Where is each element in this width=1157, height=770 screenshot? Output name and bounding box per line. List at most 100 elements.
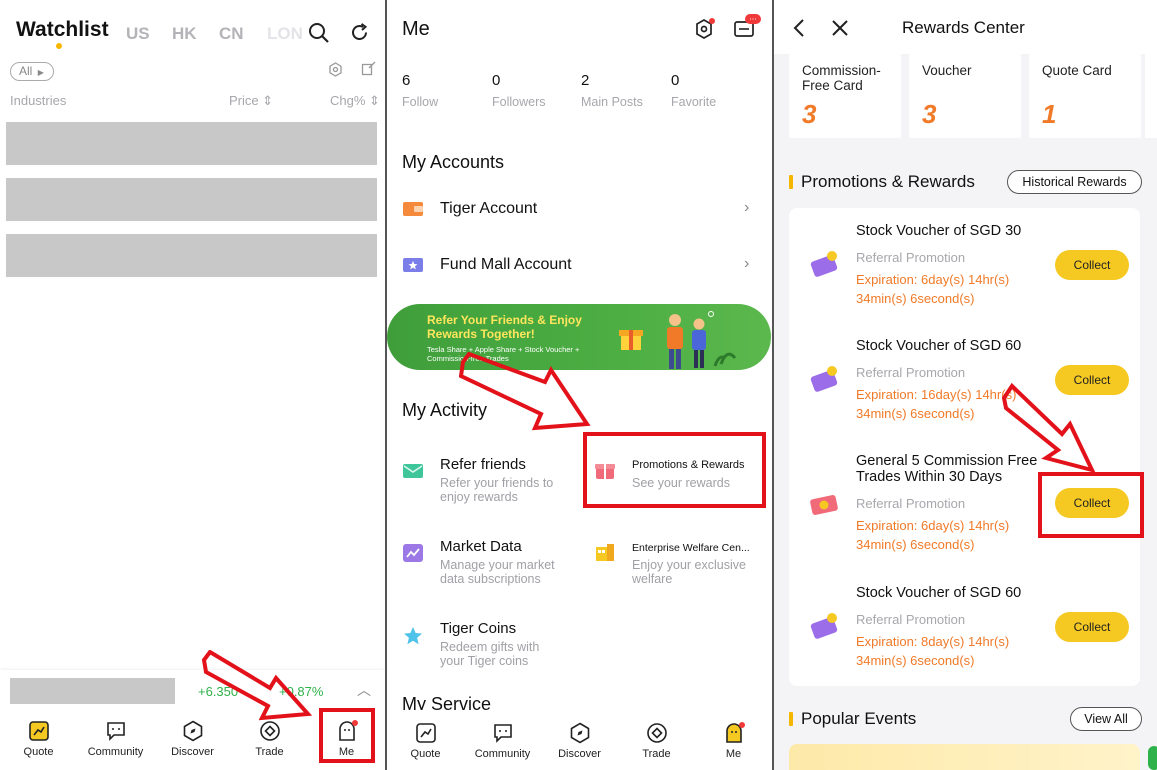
chevron-right-icon: › [744,255,750,272]
filter-all-pill[interactable]: All ▶ [10,62,54,81]
voucher-expiration-time: 34min(s) 6second(s) [856,537,975,552]
tab-community-label: Community [87,746,144,758]
market-tab-us[interactable]: US [126,24,150,44]
refer-friends-item[interactable]: Refer friends Refer your friends to enjo… [397,450,572,510]
tiger-coins-item[interactable]: Tiger Coins Redeem gifts with your Tiger… [397,614,572,674]
stat-follow-count[interactable]: 6 [402,72,410,89]
tab-quote[interactable]: Quote [0,708,77,758]
market-data-subtitle: Manage your market data subscriptions [440,558,555,586]
commission-free-count: 3 [802,99,817,129]
tab-discover-label: Discover [558,748,601,760]
promotions-rewards-heading: Promotions & Rewards [801,172,975,191]
voucher-expiration: Expiration: 6day(s) 14hr(s) [856,272,1010,287]
col-chg[interactable]: Chg% ⇕ [330,93,380,109]
market-chart-icon [403,544,423,562]
collect-button[interactable]: Collect [1055,250,1129,280]
view-all-button[interactable]: View All [1070,707,1142,731]
fund-mall-account-row[interactable]: Fund Mall Account › [387,246,772,284]
collect-button[interactable]: Collect [1055,612,1129,642]
enterprise-welfare-item[interactable]: Enterprise Welfare Cen... Enjoy your exc… [587,532,767,592]
tab-quote[interactable]: Quote [387,710,464,760]
tab-community[interactable]: Community [464,710,541,760]
play-icon: ▶ [37,68,44,77]
chevron-up-icon[interactable]: ︿ [357,680,371,700]
tiger-account-label: Tiger Account [440,200,538,217]
trade-icon [646,722,668,744]
me-panel: Me ··· 6 Follow 0 Followers 2 Main Posts… [387,0,772,770]
market-tab-cn[interactable]: CN [219,24,244,44]
me-title: Me [402,18,430,40]
voucher-label: Voucher [922,63,972,78]
refresh-icon[interactable] [349,22,370,43]
tab-trade[interactable]: Trade [618,710,695,760]
tiger-account-row[interactable]: Tiger Account › [387,190,772,228]
filter-all-label: All [19,64,33,78]
close-icon[interactable] [831,19,849,37]
annotation-arrow [1001,382,1096,474]
watchlist-title: Watchlist [16,18,109,41]
voucher-ticket-icon [808,612,842,642]
col-industries: Industries [10,93,67,108]
building-icon [595,542,615,562]
tab-discover[interactable]: Discover [541,710,618,760]
commission-free-label: Commission-Free Card [802,63,881,93]
floating-tab-edge[interactable] [1148,746,1157,770]
col-price[interactable]: Price ⇕ [229,93,273,109]
market-tab-lon[interactable]: LON [267,24,303,44]
stat-followers-count[interactable]: 0 [492,72,500,89]
edit-icon[interactable] [361,61,376,76]
tab-community-label: Community [474,748,531,760]
tiger-coins-title: Tiger Coins [440,620,517,637]
back-arrow-icon[interactable] [792,18,806,38]
chevron-right-icon: › [744,199,750,216]
tab-me[interactable]: Me [695,710,772,760]
historical-rewards-button[interactable]: Historical Rewards [1007,170,1142,194]
rewards-center-panel: Rewards Center Commission-Free Card 3 Vo… [774,0,1157,770]
placeholder-row [6,234,377,277]
voucher-expiration: Expiration: 6day(s) 14hr(s) [856,518,1010,533]
tab-quote-label: Quote [23,746,54,758]
highlight-box-collect [1038,472,1144,538]
stat-followers-label: Followers [492,95,546,109]
voucher-item: Stock Voucher of SGD 60 Referral Promoti… [789,570,1140,685]
index-ticker-bar[interactable]: +6.350 +0.87% ︿ [0,670,385,710]
quote-card[interactable]: Quote Card 1 [1029,54,1141,138]
community-chat-icon [105,720,127,742]
market-data-item[interactable]: Market Data Manage your market data subs… [397,532,572,592]
annotation-arrow [201,650,313,721]
star-icon [403,626,423,646]
stat-favorite-count[interactable]: 0 [671,72,679,89]
market-tab-hk[interactable]: HK [172,24,197,44]
index-name-placeholder [10,678,175,704]
popular-event-banner[interactable] [789,744,1140,770]
rewards-header: Rewards Center [774,0,1157,54]
search-icon[interactable] [308,22,330,44]
settings-hex-icon[interactable] [328,62,343,77]
banner-headline: Refer Your Friends & Enjoy Rewards Toget… [427,313,582,341]
envelope-icon [403,462,423,480]
voucher-card[interactable]: Voucher 3 [909,54,1021,138]
voucher-expiration-time: 34min(s) 6second(s) [856,291,975,306]
voucher-type: Referral Promotion [856,365,966,380]
tiger-coins-subtitle: Redeem gifts with your Tiger coins [440,640,540,668]
tab-quote-label: Quote [410,748,441,760]
commission-free-card[interactable]: Commission-Free Card 3 [789,54,901,138]
card-overflow-edge [1145,54,1157,138]
commission-ticket-icon [808,488,842,518]
placeholder-row [6,178,377,221]
bottom-tab-bar: Quote Community Discover Trade Me [387,710,772,770]
highlight-box-me-tab [319,708,375,763]
settings-icon[interactable] [693,17,715,41]
voucher-expiration-time: 34min(s) 6second(s) [856,406,975,421]
stat-follow-label: Follow [402,95,439,109]
voucher-expiration: Expiration: 8day(s) 14hr(s) [856,634,1010,649]
placeholder-row [6,122,377,165]
quote-chart-icon [415,722,437,744]
svg-text:···: ··· [749,15,757,24]
stat-posts-count[interactable]: 2 [581,72,589,89]
tab-community[interactable]: Community [77,708,154,758]
voucher-expiration-time: 34min(s) 6second(s) [856,653,975,668]
messages-icon[interactable]: ··· [733,14,763,40]
fund-mall-icon [403,256,423,274]
me-face-icon [723,722,745,744]
